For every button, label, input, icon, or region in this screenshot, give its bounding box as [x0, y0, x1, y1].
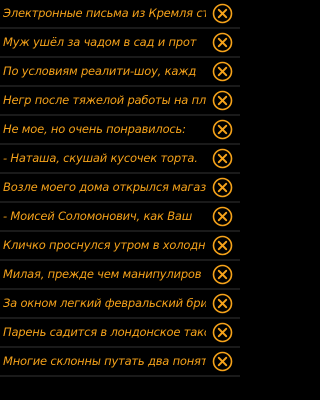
close-circle-icon[interactable]	[212, 61, 233, 82]
list-item[interactable]: Электронные письма из Кремля ст	[0, 0, 240, 29]
list-item-text[interactable]: Парень садится в лондонское такс	[3, 319, 206, 346]
joke-list: Электронные письма из Кремля ст Муж ушёл…	[0, 0, 240, 400]
list-item[interactable]: Милая, прежде чем манипулиров	[0, 261, 240, 290]
close-circle-icon[interactable]	[212, 3, 233, 24]
list-item-text[interactable]: Электронные письма из Кремля ст	[3, 0, 206, 27]
list-item-text[interactable]: Кличко проснулся утром в холодн	[3, 232, 206, 259]
close-circle-icon[interactable]	[212, 148, 233, 169]
list-item-text[interactable]: - Наташа, скушай кусочек торта.	[3, 145, 206, 172]
close-circle-icon[interactable]	[212, 235, 233, 256]
list-item-text[interactable]: - Моисей Соломонович, как Ваш	[3, 203, 206, 230]
list-item[interactable]: Возле моего дома открылся магаз	[0, 174, 240, 203]
list-item[interactable]: - Наташа, скушай кусочек торта.	[0, 145, 240, 174]
list-item[interactable]: Негр после тяжелой работы на пл	[0, 87, 240, 116]
list-item[interactable]: Кличко проснулся утром в холодн	[0, 232, 240, 261]
close-circle-icon[interactable]	[212, 351, 233, 372]
list-item[interactable]: Не мое, но очень понравилось:	[0, 116, 240, 145]
list-item-text[interactable]: За окном легкий февральский бри	[3, 290, 206, 317]
list-item[interactable]: Многие склонны путать два поняти	[0, 348, 240, 377]
list-item-text[interactable]: Муж ушёл за чадом в сад и прот	[3, 29, 206, 56]
close-circle-icon[interactable]	[212, 206, 233, 227]
close-circle-icon[interactable]	[212, 293, 233, 314]
list-item-text[interactable]: Негр после тяжелой работы на пл	[3, 87, 206, 114]
close-circle-icon[interactable]	[212, 264, 233, 285]
list-item-text[interactable]: По условиям реалити-шоу, кажд	[3, 58, 206, 85]
list-item[interactable]: - Моисей Соломонович, как Ваш	[0, 203, 240, 232]
close-circle-icon[interactable]	[212, 32, 233, 53]
close-circle-icon[interactable]	[212, 90, 233, 111]
list-item[interactable]: По условиям реалити-шоу, кажд	[0, 58, 240, 87]
list-item-text[interactable]: Не мое, но очень понравилось:	[3, 116, 206, 143]
list-item[interactable]: Муж ушёл за чадом в сад и прот	[0, 29, 240, 58]
close-circle-icon[interactable]	[212, 119, 233, 140]
list-item-text[interactable]: Возле моего дома открылся магаз	[3, 174, 206, 201]
list-item-text[interactable]: Многие склонны путать два поняти	[3, 348, 206, 375]
list-item[interactable]: За окном легкий февральский бри	[0, 290, 240, 319]
close-circle-icon[interactable]	[212, 322, 233, 343]
list-item[interactable]: Парень садится в лондонское такс	[0, 319, 240, 348]
close-circle-icon[interactable]	[212, 177, 233, 198]
list-item-text[interactable]: Милая, прежде чем манипулиров	[3, 261, 206, 288]
